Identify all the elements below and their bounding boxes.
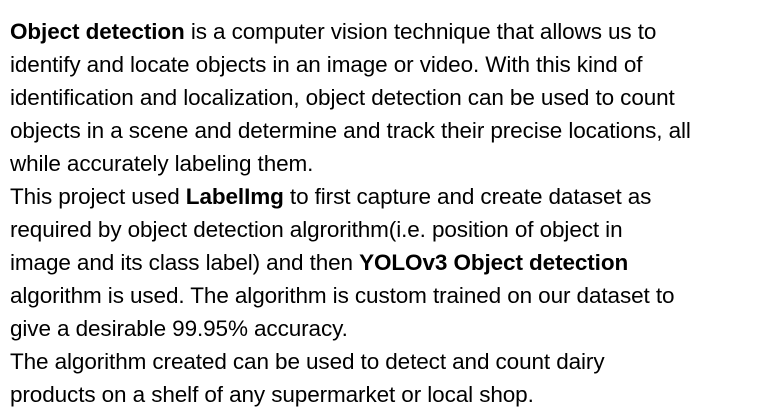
text-run: image and its class label) and then (10, 250, 360, 275)
bold-term-yolov3: YOLOv3 Object detection (359, 250, 629, 275)
text-run: give a desirable 99.95% accuracy. (10, 316, 348, 341)
bold-term-object-detection: Object detection (10, 19, 185, 44)
document-body: Object detection is a computer vision te… (10, 15, 760, 411)
text-line: required by object detection algrorithm(… (10, 213, 760, 246)
text-run: while accurately labeling them. (10, 151, 314, 176)
text-run: algorithm is used. The algorithm is cust… (10, 283, 675, 308)
bold-term-labelimg: LabelImg (185, 184, 284, 209)
text-run: products on a shelf of any supermarket o… (10, 382, 534, 407)
text-line: products on a shelf of any supermarket o… (10, 378, 760, 411)
text-run: objects in a scene and determine and tra… (10, 118, 691, 143)
text-line: identify and locate objects in an image … (10, 48, 760, 81)
text-run: to first capture and create dataset as (283, 184, 652, 209)
text-run: The algorithm created can be used to det… (10, 349, 605, 374)
paragraph-project-method: This project used LabelImg to first capt… (10, 180, 760, 345)
text-line: identification and localization, object … (10, 81, 760, 114)
text-run: identify and locate objects in an image … (10, 52, 643, 77)
text-line: algorithm is used. The algorithm is cust… (10, 279, 760, 312)
text-run: required by object detection algrorithm(… (10, 217, 623, 242)
text-line: This project used LabelImg to first capt… (10, 180, 760, 213)
text-run: This project used (10, 184, 186, 209)
text-line: Object detection is a computer vision te… (10, 15, 760, 48)
text-line: while accurately labeling them. (10, 147, 760, 180)
paragraph-object-detection-intro: Object detection is a computer vision te… (10, 15, 760, 180)
text-line: The algorithm created can be used to det… (10, 345, 760, 378)
text-run: identification and localization, object … (10, 85, 675, 110)
text-run: is a computer vision technique that allo… (184, 19, 657, 44)
text-line: objects in a scene and determine and tra… (10, 114, 760, 147)
text-line: image and its class label) and then YOLO… (10, 246, 760, 279)
paragraph-application: The algorithm created can be used to det… (10, 345, 760, 411)
text-line: give a desirable 99.95% accuracy. (10, 312, 760, 345)
